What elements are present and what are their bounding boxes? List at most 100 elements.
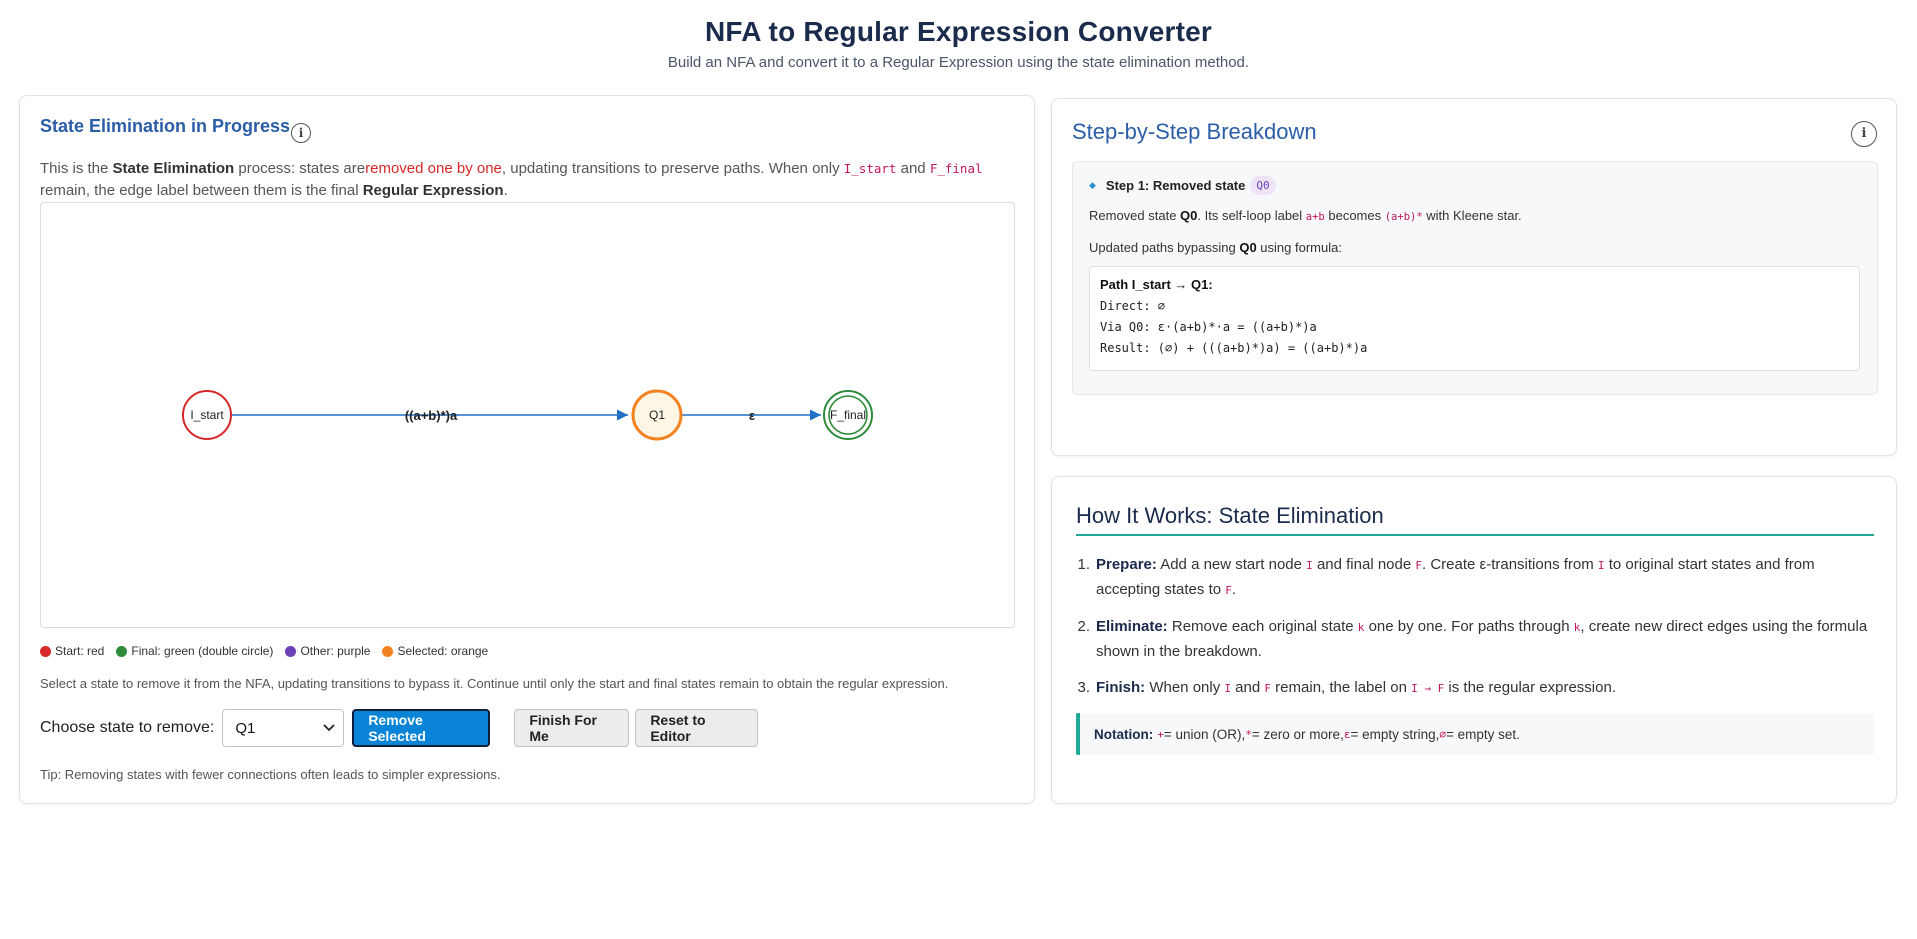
list-text: is the regular expression. — [1444, 679, 1616, 696]
list-item-text: Eliminate: Remove each original state k … — [1096, 615, 1876, 664]
step-code: (a+b)* — [1384, 211, 1423, 223]
list-text: Add a new start node — [1156, 556, 1307, 573]
page-subtitle: Build an NFA and convert it to a Regular… — [667, 54, 1250, 71]
page-title: NFA to Regular Expression Converter — [705, 16, 1212, 47]
step-text: Removed state — [1089, 208, 1181, 223]
how-it-works-panel: How It Works: State Elimination 1. Prepa… — [1051, 476, 1897, 804]
step-text: Updated paths bypassing — [1089, 240, 1240, 255]
list-bold: Prepare: — [1096, 556, 1157, 573]
legend-dot — [285, 645, 297, 657]
legend-label: Other: purple — [300, 644, 371, 658]
step-code: a+b — [1305, 211, 1325, 223]
info-icon[interactable]: i — [1851, 121, 1877, 147]
info-icon[interactable]: i — [291, 123, 311, 143]
panel-title: State Elimination in Progress — [40, 116, 291, 136]
list-text: Remove each original state — [1167, 618, 1358, 635]
title-divider — [1076, 534, 1874, 536]
state-select-value: Q1 — [235, 719, 256, 737]
tip-text: Tip: Removing states with fewer connecti… — [40, 767, 501, 782]
step-heading-text: Step 1: Removed state — [1105, 178, 1246, 193]
list-code: F — [1225, 584, 1232, 597]
explain-text: remain, the edge label between them is t… — [40, 182, 363, 199]
list-text: . Create ε-transitions from — [1422, 556, 1598, 573]
list-text: remain, the label on — [1271, 679, 1412, 696]
state-node-q1[interactable]: Q1 — [631, 389, 683, 441]
list-number: 3. — [1077, 679, 1090, 696]
step-heading: ◆ Step 1: Removed state Q0 — [1089, 176, 1276, 195]
notation-text: = union (OR), — [1163, 726, 1246, 742]
state-node-istart[interactable]: I_start — [182, 390, 232, 440]
list-code: I → F — [1411, 682, 1445, 695]
list-item-text: Prepare: Add a new start node I and fina… — [1096, 553, 1876, 603]
list-code: F — [1415, 559, 1422, 572]
notation-code: + — [1157, 727, 1164, 741]
list-text: and final node — [1312, 556, 1416, 573]
legend-item-start: Start: red — [40, 644, 104, 658]
step-description: Updated paths bypassing Q0 using formula… — [1089, 240, 1342, 255]
how-steps-list: 1. Prepare: Add a new start node I and f… — [1076, 553, 1876, 713]
state-label: F_final — [830, 408, 866, 422]
panel-title: How It Works: State Elimination — [1076, 503, 1384, 528]
notation-code: ε — [1343, 727, 1351, 741]
explain-text: process: states are — [234, 160, 366, 177]
notation-label: Notation: — [1094, 726, 1154, 742]
edge-label: ((a+b)*)a — [405, 408, 458, 423]
list-item: 1. Prepare: Add a new start node I and f… — [1076, 553, 1876, 603]
notation-code: ∅ — [1439, 727, 1446, 741]
list-item: 2. Eliminate: Remove each original state… — [1076, 615, 1876, 664]
list-item: 3. Finish: When only I and F remain, the… — [1076, 676, 1876, 701]
formula-title: Path I_start → Q1: — [1100, 277, 1213, 292]
notation-text: = empty set. — [1446, 726, 1520, 742]
step-text: using formula: — [1256, 240, 1342, 255]
graph-legend: Start: red Final: green (double circle) … — [40, 644, 488, 658]
state-badge: Q0 — [1250, 176, 1276, 195]
notation-text: = zero or more, — [1251, 726, 1344, 742]
nfa-graph-canvas[interactable]: ((a+b)*)a ε I_start Q1 F_final — [40, 202, 1015, 628]
notation-callout: Notation: + = union (OR), * = zero or mor… — [1076, 713, 1874, 755]
diamond-icon: ◆ — [1089, 180, 1096, 190]
choose-state-label: Choose state to remove: — [40, 719, 215, 736]
formula-direct: Direct: ∅ — [1100, 299, 1166, 313]
explain-code: F_final — [929, 161, 983, 176]
list-number: 2. — [1077, 618, 1090, 635]
formula-box: Path I_start → Q1: Direct: ∅ Via Q0: ε·(… — [1089, 266, 1860, 371]
edge-label: ε — [749, 408, 755, 423]
formula-via: Via Q0: ε·(a+b)*·a = ((a+b)*)a — [1100, 320, 1317, 334]
step-description: Removed state Q0. Its self-loop label a+… — [1089, 208, 1522, 223]
step-bold: Q0 — [1180, 208, 1198, 223]
explain-text: , updating transitions to preserve paths… — [501, 160, 844, 177]
legend-item-final: Final: green (double circle) — [116, 644, 273, 658]
step-text: becomes — [1324, 208, 1385, 223]
explain-highlight: removed one by one — [365, 160, 502, 177]
chevron-down-icon — [323, 724, 335, 732]
list-bold: Eliminate: — [1096, 618, 1168, 635]
notation-code: * — [1245, 727, 1252, 741]
explain-text: and — [896, 160, 930, 177]
list-text: and — [1231, 679, 1265, 696]
legend-label: Selected: orange — [397, 644, 489, 658]
notation-text: = empty string, — [1350, 726, 1440, 742]
legend-dot — [116, 645, 128, 657]
step-text: with Kleene star. — [1422, 208, 1522, 223]
explain-bold: Regular Expression — [362, 182, 504, 199]
list-text: . — [1231, 581, 1237, 598]
finish-for-me-button[interactable]: Finish For Me — [514, 709, 630, 747]
state-select[interactable]: Q1 — [222, 709, 345, 747]
state-label: I_start — [190, 408, 224, 422]
reset-to-editor-button[interactable]: Reset to Editor — [635, 709, 759, 747]
hint-text: Select a state to remove it from the NFA… — [40, 676, 949, 691]
list-code: I — [1597, 559, 1605, 572]
step-breakdown-panel: Step-by-Step Breakdown i ◆ Step 1: Remov… — [1051, 98, 1897, 456]
explain-code: I_start — [843, 161, 897, 176]
remove-selected-button[interactable]: Remove Selected — [352, 709, 491, 747]
panel-title: Step-by-Step Breakdown — [1072, 119, 1317, 144]
state-node-ffinal[interactable]: F_final — [823, 390, 873, 440]
step-bold: Q0 — [1239, 240, 1257, 255]
legend-label: Start: red — [55, 644, 105, 658]
step-card: ◆ Step 1: Removed state Q0 Removed state… — [1072, 161, 1878, 395]
elimination-controls: Choose state to remove: Q1 Remove Select… — [40, 709, 759, 747]
list-text: When only — [1145, 679, 1225, 696]
explain-bold: State Elimination — [112, 160, 235, 177]
list-bold: Finish: — [1096, 679, 1146, 696]
step-text: . Its self-loop label — [1197, 208, 1306, 223]
